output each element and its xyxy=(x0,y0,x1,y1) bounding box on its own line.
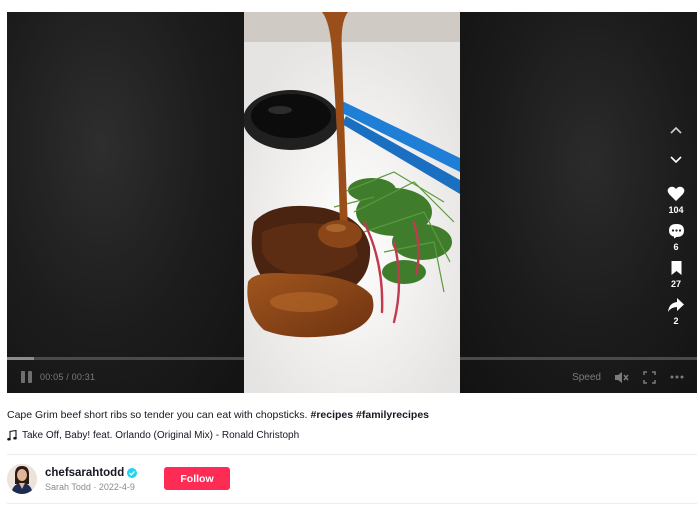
bookmark-count: 27 xyxy=(670,279,681,289)
more-icon[interactable] xyxy=(669,369,685,385)
divider xyxy=(7,454,697,455)
caption-text: Cape Grim beef short ribs so tender you … xyxy=(7,409,311,421)
comment-button[interactable]: 6 xyxy=(668,223,685,252)
video-player[interactable]: 00:05 / 00:31 Speed 104 6 27 2 xyxy=(7,12,697,393)
player-options: Speed xyxy=(572,368,685,386)
display-name: Sarah Todd xyxy=(45,481,91,492)
video-caption: Cape Grim beef short ribs so tender you … xyxy=(7,409,429,421)
previous-video-button[interactable] xyxy=(664,118,688,142)
like-count: 104 xyxy=(668,205,684,215)
time-display: 00:05 / 00:31 xyxy=(40,372,95,382)
progress-bar[interactable] xyxy=(7,357,244,360)
hashtag-recipes[interactable]: #recipes xyxy=(310,409,353,421)
heart-icon xyxy=(667,186,685,201)
progress-fill xyxy=(7,357,35,360)
share-icon xyxy=(668,298,684,312)
like-button[interactable]: 104 xyxy=(667,186,685,215)
meta-separator: · xyxy=(90,481,99,492)
username-row: chefsarahtodd xyxy=(45,467,138,479)
duration: 00:31 xyxy=(71,372,96,382)
author-text: chefsarahtodd Sarah Todd · 2022-4-9 xyxy=(45,467,138,492)
time-separator: / xyxy=(63,372,72,382)
chevron-down-icon xyxy=(670,156,682,164)
progress-bar-right[interactable] xyxy=(460,357,697,360)
bookmark-icon xyxy=(671,261,681,275)
side-actions: 104 6 27 2 xyxy=(661,118,691,326)
username[interactable]: chefsarahtodd xyxy=(45,467,124,479)
comment-icon xyxy=(668,224,684,239)
post-date: 2022-4-9 xyxy=(98,481,135,492)
speed-button[interactable]: Speed xyxy=(572,372,601,383)
avatar[interactable] xyxy=(7,464,37,494)
playback-controls: 00:05 / 00:31 xyxy=(21,369,95,385)
share-count: 2 xyxy=(673,316,679,326)
video-still-image xyxy=(244,12,460,393)
video-frame[interactable] xyxy=(244,12,460,393)
blurred-backdrop-left xyxy=(7,12,244,393)
current-time: 00:05 xyxy=(40,372,64,382)
comment-count: 6 xyxy=(673,242,679,252)
music-title: Take Off, Baby! feat. Orlando (Original … xyxy=(22,430,300,441)
author-info: chefsarahtodd Sarah Todd · 2022-4-9 xyxy=(7,461,138,497)
author-meta: Sarah Todd · 2022-4-9 xyxy=(45,482,137,492)
mute-icon[interactable] xyxy=(613,369,629,385)
chevron-up-icon xyxy=(670,126,682,134)
share-button[interactable]: 2 xyxy=(667,297,685,326)
verified-icon xyxy=(127,467,138,478)
divider-bottom xyxy=(7,503,697,504)
music-note-icon xyxy=(7,430,17,441)
follow-button[interactable]: Follow xyxy=(164,467,230,490)
music-link[interactable]: Take Off, Baby! feat. Orlando (Original … xyxy=(7,430,299,441)
hashtag-familyrecipes[interactable]: #familyrecipes xyxy=(356,409,429,421)
next-video-button[interactable] xyxy=(664,148,688,172)
pause-icon[interactable] xyxy=(21,371,32,383)
bookmark-button[interactable]: 27 xyxy=(670,260,683,289)
fullscreen-icon[interactable] xyxy=(641,369,657,385)
